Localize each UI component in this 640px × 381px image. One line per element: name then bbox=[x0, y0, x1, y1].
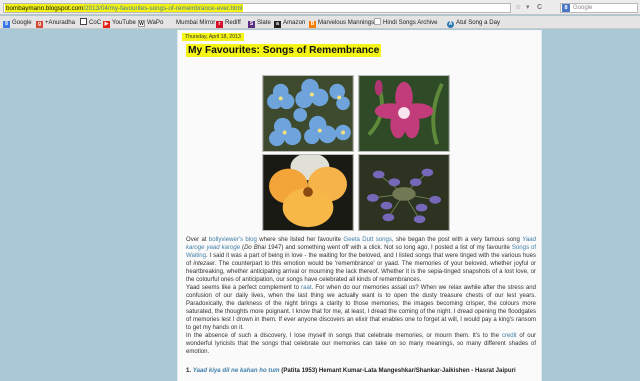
paragraph: Yaad seems like a perfect complement to … bbox=[186, 284, 536, 332]
bookmark-label: Atul Song a Day bbox=[456, 19, 501, 26]
link-credit[interactable]: credit bbox=[502, 333, 517, 339]
bookmark-label: Rediff bbox=[225, 19, 241, 26]
paragraph: In the absence of such a discovery, I lo… bbox=[186, 332, 536, 356]
url-highlight: bombaymann.blogspot.com/2013/04/my-favou… bbox=[5, 4, 244, 12]
forget-me-not-flowers bbox=[263, 76, 353, 151]
slate-icon: S bbox=[248, 21, 255, 28]
url-path: /2013/04/my-favourites-songs-of-remembra… bbox=[83, 5, 243, 12]
bookmark-label: WaPo bbox=[147, 19, 164, 26]
song-entry: 1. Yaad kiya dil ne kahan ho tum (Patita… bbox=[186, 367, 536, 375]
bookmark-label: +Anuradha bbox=[45, 19, 75, 26]
text: Yaad seems like a perfect complement to bbox=[186, 285, 302, 291]
bookmark-label: Google bbox=[12, 19, 32, 26]
bookmark-label: Mumbai Mirror bbox=[176, 19, 216, 26]
text: . For when do our memories assail us? Wh… bbox=[186, 285, 536, 331]
url-input[interactable]: bombaymann.blogspot.com/2013/04/my-favou… bbox=[3, 3, 511, 13]
rediff-icon: r bbox=[216, 21, 223, 28]
link-bollyviewer[interactable]: bollyviewer's blog bbox=[209, 237, 257, 243]
post-title[interactable]: My Favourites: Songs of Remembrance bbox=[186, 44, 382, 57]
text: In the absence of such a discovery, I lo… bbox=[186, 333, 502, 339]
page-icon bbox=[374, 18, 381, 25]
bookmark-label: CoC bbox=[89, 19, 102, 26]
search-input[interactable]: 8 Google bbox=[560, 3, 638, 13]
post-date: Thursday, April 18, 2013 bbox=[182, 33, 244, 41]
song-credits: 1953) Hemant Kumar-Lata Mangeshkar/Shank… bbox=[299, 367, 516, 374]
bookmark-wapo[interactable]: W WaPo bbox=[138, 18, 163, 27]
bookmark-coc[interactable]: CoC bbox=[80, 18, 101, 27]
post-body: Over at bollyviewer's blog where she lis… bbox=[186, 236, 536, 356]
atul-icon: A bbox=[447, 21, 454, 28]
amazon-icon: a bbox=[274, 21, 281, 28]
bookmark-label: Marvelous Mannings bbox=[318, 19, 375, 26]
forget-me-not-image[interactable] bbox=[262, 75, 354, 152]
bookmark-anuradha[interactable]: g +Anuradha bbox=[36, 18, 75, 28]
address-bar: bombaymann.blogspot.com/2013/04/my-favou… bbox=[0, 0, 640, 15]
bookmark-label: Amazon bbox=[283, 19, 306, 26]
paragraph: Over at bollyviewer's blog where she lis… bbox=[186, 236, 536, 284]
coc-icon bbox=[80, 18, 87, 25]
text: Over at bbox=[186, 237, 209, 243]
text: , she began the post with a very famous … bbox=[391, 237, 523, 243]
emphasis: intezaar bbox=[193, 261, 215, 267]
blog-post: Thursday, April 18, 2013 My Favourites: … bbox=[177, 30, 542, 381]
song-title-link[interactable]: Yaad kiya dil ne kahan ho tum bbox=[193, 367, 280, 374]
bookmark-amazon[interactable]: a Amazon bbox=[274, 18, 306, 28]
text: . The counterpart to this emotion would … bbox=[186, 261, 536, 283]
gplus-icon: g bbox=[36, 21, 43, 28]
pansy-image[interactable] bbox=[262, 154, 354, 231]
bookmark-label: Hindi Songs Archive bbox=[383, 19, 438, 26]
bookmark-label: Slate bbox=[257, 19, 271, 26]
bookmark-atul-song-a-day[interactable]: A Atul Song a Day bbox=[447, 18, 501, 28]
pink-gladiolus-flower bbox=[359, 76, 449, 151]
youtube-icon: ▶ bbox=[103, 21, 110, 28]
song-number: 1. bbox=[186, 367, 193, 374]
url-domain: bombaymann.blogspot.com bbox=[6, 5, 84, 12]
song-film: (Patita bbox=[279, 367, 300, 374]
link-geeta-dutt-songs[interactable]: Geeta Dutt songs bbox=[343, 237, 391, 243]
agapanthus-image[interactable] bbox=[358, 154, 450, 231]
text: where she listed her favourite bbox=[256, 237, 344, 243]
text: 1947) and something went off with a clic… bbox=[265, 245, 512, 251]
link-raat[interactable]: raat bbox=[301, 285, 311, 291]
bookmarks-bar: 8 Google g +Anuradha CoC ▶ YouTube W WaPo Mu… bbox=[0, 16, 640, 29]
reload-icon[interactable]: C bbox=[537, 3, 542, 12]
bookmark-hindi-songs-archive[interactable]: Hindi Songs Archive bbox=[374, 18, 438, 27]
google-icon: 8 bbox=[3, 21, 10, 28]
gladiolus-image[interactable] bbox=[358, 75, 450, 152]
purple-agapanthus-flower bbox=[359, 155, 449, 230]
yellow-pansy-flower bbox=[263, 155, 353, 230]
blog-icon: B bbox=[309, 21, 316, 28]
search-placeholder: Google bbox=[573, 5, 593, 11]
bookmark-label: YouTube bbox=[112, 19, 136, 26]
bookmark-mumbai-mirror[interactable]: Mumbai Mirror bbox=[176, 18, 215, 27]
bookmark-rediff[interactable]: r Rediff bbox=[216, 18, 241, 28]
search-engine-icon[interactable]: 8 bbox=[562, 4, 570, 12]
bookmark-marvelous-mannings[interactable]: B Marvelous Mannings bbox=[309, 18, 375, 28]
bookmark-star-icon[interactable]: ☆ bbox=[515, 3, 521, 12]
film-title: Do Bhai bbox=[244, 245, 266, 251]
bookmark-youtube[interactable]: ▶ YouTube bbox=[103, 18, 136, 28]
bookmark-slate[interactable]: S Slate bbox=[248, 18, 271, 28]
bookmark-google[interactable]: 8 Google bbox=[3, 18, 32, 28]
history-dropdown-icon[interactable]: ▾ bbox=[526, 3, 530, 12]
wapo-icon: W bbox=[138, 20, 145, 27]
